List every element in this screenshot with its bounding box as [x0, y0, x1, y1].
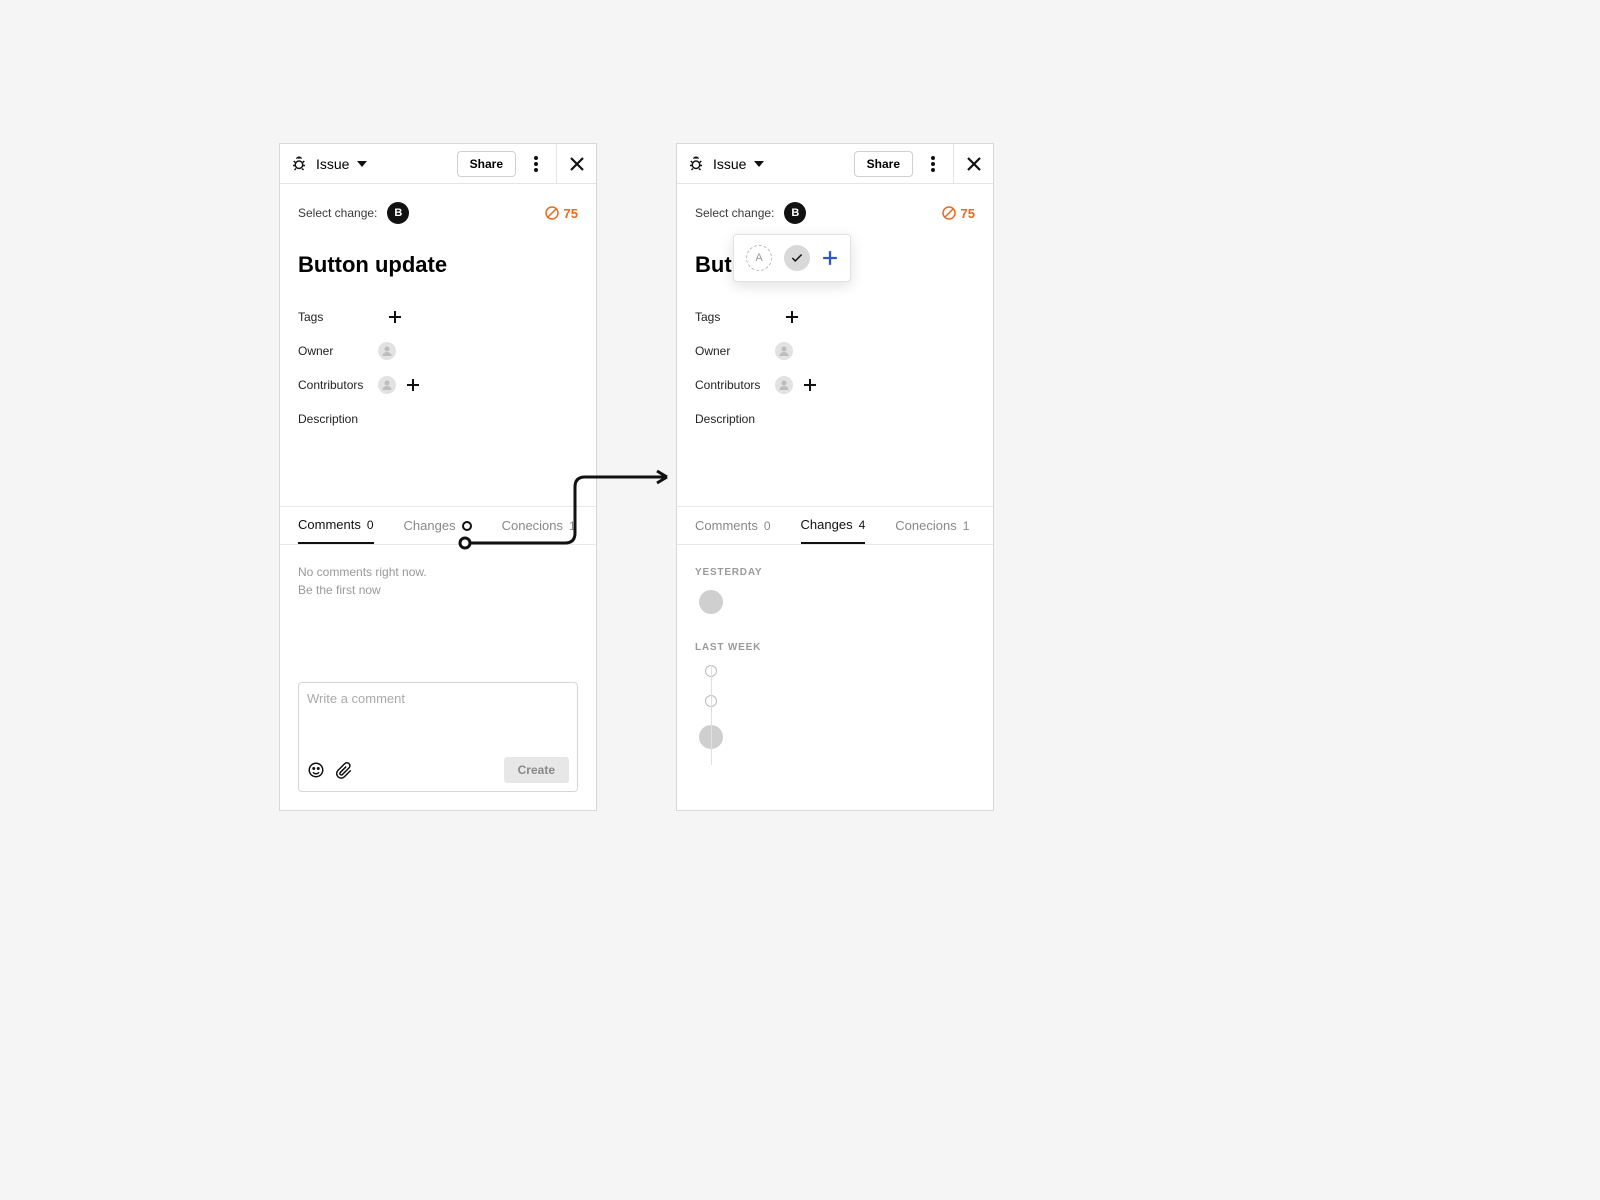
- tab-connections-label: Conecions: [502, 518, 563, 533]
- owner-avatar-empty[interactable]: [378, 342, 396, 360]
- type-label: Issue: [316, 156, 349, 172]
- select-change-row: Select change: B 75: [298, 202, 578, 224]
- add-change-button[interactable]: [822, 250, 838, 266]
- contributors-label: Contributors: [695, 378, 775, 392]
- caret-down-icon: [357, 159, 367, 169]
- close-button[interactable]: [953, 144, 993, 184]
- description-row: Description: [695, 402, 975, 436]
- select-change-row: Select change: B 75 A: [695, 202, 975, 224]
- tab-changes-label: Changes: [404, 518, 456, 533]
- change-node[interactable]: [699, 590, 723, 614]
- tab-connections[interactable]: Conecions 1: [895, 507, 969, 544]
- changes-pane: YESTERDAY LAST WEEK: [677, 544, 993, 810]
- add-contributor-button[interactable]: [406, 378, 420, 392]
- change-picker-popover: A: [733, 234, 851, 282]
- tab-comments-label: Comments: [695, 518, 758, 533]
- tab-changes-label: Changes: [801, 517, 853, 532]
- score-icon: [544, 205, 560, 221]
- panel-header: Issue Share: [677, 144, 993, 184]
- tab-changes[interactable]: Changes 4: [801, 507, 866, 544]
- type-label: Issue: [713, 156, 746, 172]
- emoji-icon[interactable]: [307, 761, 325, 779]
- issue-panel-right: Issue Share Select change: B: [676, 143, 994, 811]
- comments-empty-line1: No comments right now.: [298, 563, 578, 581]
- add-contributor-button[interactable]: [803, 378, 817, 392]
- bug-icon: [687, 155, 705, 173]
- score-icon: [941, 205, 957, 221]
- more-menu-button[interactable]: [919, 150, 947, 178]
- description-row: Description: [298, 402, 578, 436]
- share-button[interactable]: Share: [457, 151, 516, 177]
- tab-changes-indicator-icon: [462, 521, 472, 531]
- timeline-last-week: [695, 665, 975, 765]
- tab-comments-count: 0: [764, 519, 771, 533]
- tab-comments[interactable]: Comments 0: [298, 507, 374, 544]
- section-yesterday: YESTERDAY: [695, 567, 975, 578]
- tags-label: Tags: [298, 310, 378, 324]
- change-chip[interactable]: B: [784, 202, 806, 224]
- contributors-row: Contributors: [298, 368, 578, 402]
- comments-empty-line2: Be the first now: [298, 581, 578, 599]
- tab-comments[interactable]: Comments 0: [695, 507, 771, 544]
- select-change-label: Select change:: [695, 206, 774, 220]
- tab-changes[interactable]: Changes: [404, 507, 472, 544]
- contributors-label: Contributors: [298, 378, 378, 392]
- contributors-row: Contributors: [695, 368, 975, 402]
- comments-pane: No comments right now. Be the first now …: [280, 544, 596, 810]
- tab-comments-label: Comments: [298, 517, 361, 532]
- description-label: Description: [695, 412, 775, 426]
- owner-label: Owner: [298, 344, 378, 358]
- comments-empty-state: No comments right now. Be the first now: [298, 563, 578, 599]
- section-last-week: LAST WEEK: [695, 642, 975, 653]
- tags-label: Tags: [695, 310, 775, 324]
- timeline-line: [711, 665, 712, 765]
- change-chip[interactable]: B: [387, 202, 409, 224]
- description-label: Description: [298, 412, 378, 426]
- more-menu-button[interactable]: [522, 150, 550, 178]
- tab-connections-count: 1: [569, 519, 576, 533]
- tab-changes-count: 4: [859, 518, 866, 532]
- panel-header: Issue Share: [280, 144, 596, 184]
- tags-row: Tags: [298, 300, 578, 334]
- score: 75: [544, 205, 578, 221]
- type-selector[interactable]: Issue: [280, 155, 457, 173]
- score-value: 75: [564, 206, 578, 221]
- tab-connections[interactable]: Conecions 1: [502, 507, 576, 544]
- tab-connections-count: 1: [963, 519, 970, 533]
- contributor-avatar-empty[interactable]: [378, 376, 396, 394]
- change-option-a[interactable]: A: [746, 245, 772, 271]
- issue-title[interactable]: Button update: [298, 252, 578, 278]
- tabs-bar: Comments 0 Changes Conecions 1: [280, 506, 596, 544]
- issue-panel-left: Issue Share Select change: B: [279, 143, 597, 811]
- attachment-icon[interactable]: [335, 761, 353, 779]
- timeline-yesterday: [695, 590, 975, 620]
- score: 75: [941, 205, 975, 221]
- comment-input[interactable]: [307, 691, 569, 706]
- create-comment-button[interactable]: Create: [504, 757, 569, 783]
- add-tag-button[interactable]: [785, 310, 799, 324]
- select-change-label: Select change:: [298, 206, 377, 220]
- tab-comments-count: 0: [367, 518, 374, 532]
- owner-row: Owner: [298, 334, 578, 368]
- type-selector[interactable]: Issue: [677, 155, 854, 173]
- owner-label: Owner: [695, 344, 775, 358]
- tags-row: Tags: [695, 300, 975, 334]
- comment-composer: Create: [298, 682, 578, 792]
- add-tag-button[interactable]: [388, 310, 402, 324]
- share-button[interactable]: Share: [854, 151, 913, 177]
- contributor-avatar-empty[interactable]: [775, 376, 793, 394]
- owner-row: Owner: [695, 334, 975, 368]
- tabs-bar: Comments 0 Changes 4 Conecions 1: [677, 506, 993, 544]
- close-button[interactable]: [556, 144, 596, 184]
- owner-avatar-empty[interactable]: [775, 342, 793, 360]
- change-option-selected[interactable]: [784, 245, 810, 271]
- score-value: 75: [961, 206, 975, 221]
- caret-down-icon: [754, 159, 764, 169]
- tab-connections-label: Conecions: [895, 518, 956, 533]
- bug-icon: [290, 155, 308, 173]
